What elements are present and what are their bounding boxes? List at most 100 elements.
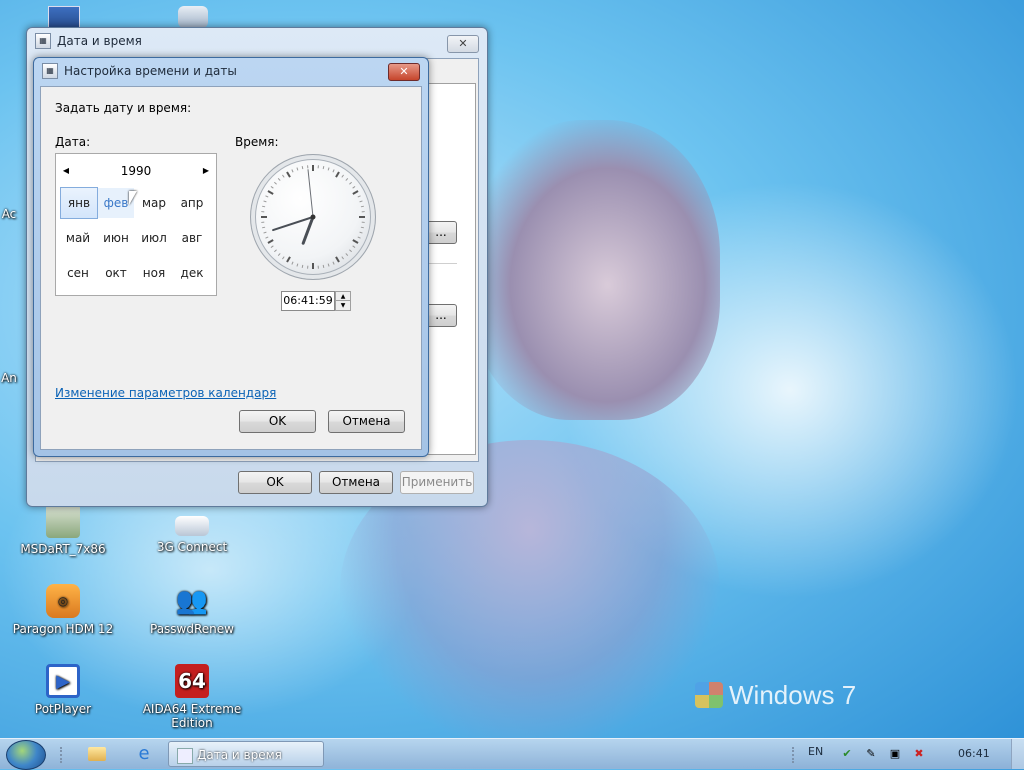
clock-tick	[323, 265, 324, 268]
clock-tick	[297, 264, 298, 267]
clock-tick	[333, 169, 334, 172]
desktop-icon-paragon[interactable]: ◎ Paragon HDM 12	[8, 584, 118, 636]
task-label: Дата и время	[197, 748, 282, 762]
calendar-month[interactable]: май	[60, 223, 96, 253]
change-time-button-partial[interactable]: ...	[425, 221, 457, 244]
calendar-month[interactable]: сен	[60, 258, 96, 288]
calendar-month[interactable]: авг	[174, 223, 210, 253]
calendar-month[interactable]: ноя	[136, 258, 172, 288]
clock-tick	[262, 227, 265, 228]
clock-tick	[268, 191, 273, 194]
ok-button[interactable]: OK	[239, 410, 316, 433]
close-button[interactable]: ✕	[388, 63, 420, 81]
calendar-month[interactable]: окт	[98, 258, 134, 288]
show-desktop-button[interactable]	[1011, 739, 1024, 769]
change-timezone-button-partial[interactable]: ...	[425, 304, 457, 327]
clock-tick	[336, 257, 339, 262]
clock-tick	[360, 232, 363, 233]
clock-tick	[265, 237, 268, 238]
month-calendar: ◀ 1990 ▶ янв фев мар апр май июн июл авг…	[55, 153, 217, 296]
clock-tick	[353, 240, 358, 243]
clock-tick	[361, 227, 364, 228]
datetime-window-titlebar[interactable]: ▦ Дата и время	[27, 28, 487, 54]
paragon-icon: ◎	[46, 584, 80, 618]
triangle-right-icon[interactable]: ▶	[200, 164, 212, 178]
clock-tick	[271, 246, 273, 248]
calendar-month[interactable]: мар	[136, 188, 172, 218]
windows-watermark: Windows 7	[695, 680, 856, 711]
security-shield-icon[interactable]: ✔	[840, 747, 854, 761]
close-button[interactable]: ✕	[447, 35, 479, 53]
ok-button[interactable]: OK	[238, 471, 312, 494]
calendar-month[interactable]: июн	[98, 223, 134, 253]
desktop-icon-label: AIDA64 Extreme Edition	[137, 702, 247, 730]
desktop-icon-msdart[interactable]: MSDaRT_7x86	[8, 504, 118, 556]
clock-tick	[353, 246, 355, 248]
wallpaper-figure	[470, 120, 720, 420]
clock-tick	[358, 196, 361, 197]
calendar-month[interactable]: апр	[174, 188, 210, 218]
clock-tick	[271, 186, 273, 188]
cancel-button[interactable]: Отмена	[319, 471, 393, 494]
calendar-header: ◀ 1990 ▶	[56, 162, 216, 180]
clock-tick	[282, 175, 284, 177]
clock-second-hand	[308, 169, 313, 217]
time-input[interactable]: 06:41:59	[281, 291, 335, 311]
clock-tick	[328, 168, 329, 171]
windows-flag-icon	[695, 682, 723, 708]
clock-tick	[302, 265, 303, 268]
spin-down-icon[interactable]: ▼	[335, 300, 351, 311]
clock-tick	[328, 264, 329, 267]
clock-tick	[361, 206, 364, 207]
pen-icon[interactable]: ✎	[864, 747, 878, 761]
cancel-button[interactable]: Отмена	[328, 410, 405, 433]
dialog-titlebar[interactable]: ▦ Настройка времени и даты	[34, 58, 428, 84]
taskbar-separator	[60, 747, 66, 763]
msdart-icon	[46, 504, 80, 538]
calendar-month[interactable]: янв	[60, 187, 98, 219]
clock-tick	[265, 196, 268, 197]
taskbar-task-datetime[interactable]: Дата и время	[168, 741, 324, 767]
calendar-month[interactable]: дек	[174, 258, 210, 288]
clock-tick	[297, 168, 298, 171]
language-indicator[interactable]: EN	[808, 745, 823, 758]
start-button[interactable]	[6, 740, 46, 770]
calendar-year[interactable]: 1990	[96, 164, 176, 178]
clock-tick	[274, 182, 276, 184]
clock-tick	[349, 250, 351, 252]
calendar-month[interactable]: июл	[136, 223, 172, 253]
users-icon: 👥	[175, 584, 209, 618]
explorer-icon[interactable]	[84, 741, 112, 767]
date-label: Дата:	[55, 135, 90, 149]
clock-tick	[287, 257, 290, 262]
internet-explorer-icon[interactable]: e	[130, 741, 158, 767]
clock-tick	[346, 253, 348, 255]
aida64-icon: 64	[175, 664, 209, 698]
triangle-left-icon[interactable]: ◀	[60, 164, 72, 178]
desktop-icon-3g-connect[interactable]: 3G Connect	[137, 504, 247, 554]
volume-muted-icon[interactable]: ✖	[912, 747, 926, 761]
taskbar: e Дата и время EN ✔ ✎ ▣ ✖ 06:41	[0, 738, 1024, 769]
clock-tick	[268, 240, 273, 243]
clock-tick	[346, 178, 348, 180]
apply-button[interactable]: Применить	[400, 471, 474, 494]
clock-tick	[353, 186, 355, 188]
datetime-window-title: Дата и время	[57, 34, 142, 48]
clock-tick	[353, 191, 358, 194]
desktop-icon-passwdrenew[interactable]: 👥 PasswdRenew	[137, 584, 247, 636]
clock-tick	[342, 175, 344, 177]
dialog-title: Настройка времени и даты	[64, 64, 237, 78]
clock-tick	[264, 201, 267, 202]
clock-tick	[262, 206, 265, 207]
taskbar-clock[interactable]: 06:41	[958, 747, 990, 760]
usb-modem-icon	[175, 516, 209, 536]
analog-clock	[250, 154, 376, 280]
desktop-icon-label: PasswdRenew	[137, 622, 247, 636]
desktop-icon-potplayer[interactable]: ▶ PotPlayer	[8, 664, 118, 716]
desktop-icon-aida64[interactable]: 64 AIDA64 Extreme Edition	[137, 664, 247, 730]
network-icon[interactable]: ▣	[888, 747, 902, 761]
calendar-settings-link[interactable]: Изменение параметров календаря	[55, 386, 276, 400]
clock-tick	[323, 166, 324, 169]
desktop-icon-top-2[interactable]	[178, 6, 208, 28]
separator	[427, 263, 457, 264]
